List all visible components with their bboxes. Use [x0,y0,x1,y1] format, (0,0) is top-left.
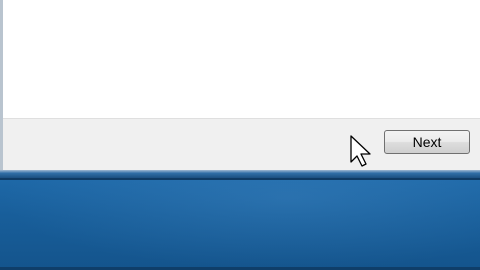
dialog-footer: Next [3,119,480,170]
dialog-content-area [3,0,480,118]
wizard-dialog: Next [0,0,480,170]
desktop-glow [0,180,480,270]
desktop-screen: Next [0,0,480,270]
window-bottom-border [0,170,480,178]
desktop-background [0,180,480,270]
next-button[interactable]: Next [384,130,470,154]
arrow-pointer-icon [350,135,371,167]
